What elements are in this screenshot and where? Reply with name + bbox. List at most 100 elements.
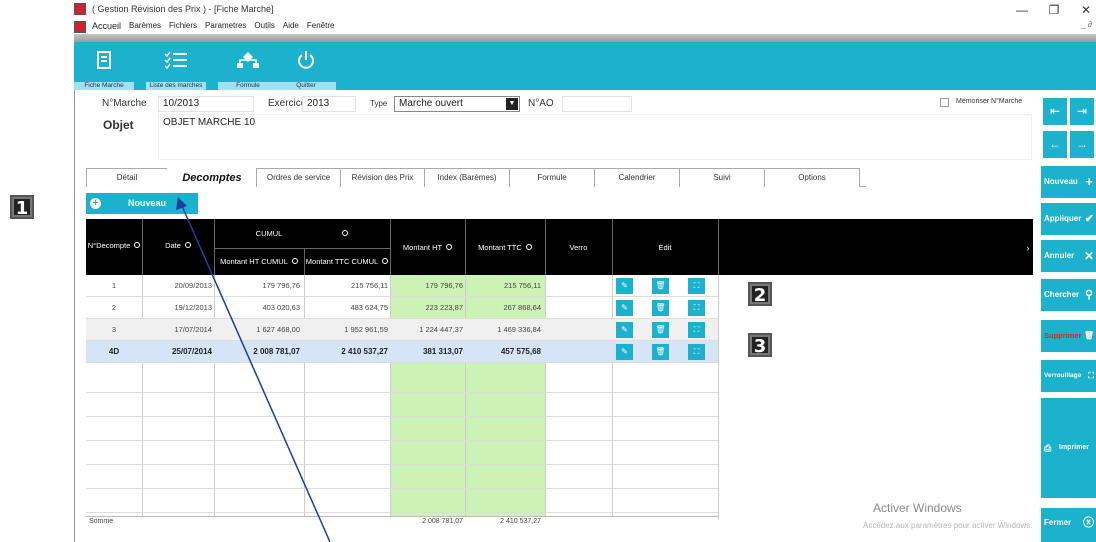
quitter-label: Quitter [276, 82, 336, 90]
mdi-app-icon [74, 21, 86, 33]
trash-icon[interactable]: 🗑 [652, 300, 669, 316]
main-toolbar: Fiche Marche Liste des marches Formule Q… [74, 42, 1096, 90]
trash-icon[interactable]: 🗑 [652, 344, 669, 360]
memoriser-label: Mémoriser N°Marche [956, 98, 1023, 105]
search-icon[interactable] [342, 230, 349, 236]
sidebar-appliquer-button[interactable]: Appliquer ✔ [1041, 203, 1096, 235]
menu-aide[interactable]: Aide [283, 21, 299, 31]
menu-bar: Accueil Barèmes Fichiers Parametres Outi… [74, 20, 1096, 34]
liste-marches-label: Liste des marches [146, 82, 206, 90]
minimize-button[interactable]: — [1012, 2, 1032, 18]
lock-icon: ⛶ [1088, 371, 1094, 380]
objet-field[interactable]: OBJET MARCHE 10 [158, 114, 1032, 160]
trash-icon[interactable]: 🗑 [652, 322, 669, 338]
header-cumul: CUMUL [214, 229, 390, 238]
table-row[interactable]: 3 17/07/2014 1 627 468,00 1 952 961,59 1… [86, 319, 718, 341]
menu-accueil[interactable]: Accueil [92, 21, 121, 31]
search-icon[interactable] [382, 258, 389, 264]
close-circle-icon: ⓧ [1083, 517, 1094, 529]
nmarche-label: N°Marche [102, 98, 147, 109]
header-montant-ht[interactable]: Montant HT [390, 243, 465, 252]
tab-calendrier[interactable]: Calendrier [594, 168, 680, 187]
sidebar-imprimer-button[interactable]: ⎙ Imprimer [1041, 398, 1096, 498]
maximize-button[interactable]: ❐ [1044, 2, 1064, 18]
lock-icon[interactable]: ⛶ [688, 344, 705, 360]
tab-decomptes[interactable]: Decomptes [167, 168, 257, 187]
search-icon[interactable] [291, 258, 298, 264]
fiche-marche-label: Fiche Marche [74, 82, 134, 90]
nouveau-decompte-button[interactable]: + Nouveau [86, 193, 198, 214]
table-row[interactable]: 1 20/09/2013 179 796,76 215 756,11 179 7… [86, 275, 718, 297]
somme-ttc: 2 410 537,27 [500, 518, 541, 525]
header-montant-ttc-cumul[interactable]: Montant TTC CUMUL [304, 257, 390, 266]
tab-index-baremes[interactable]: Index (Barèmes) [424, 168, 510, 187]
liste-marches-button[interactable]: Liste des marches [146, 42, 206, 90]
somme-ht: 2 008 781,07 [422, 518, 463, 525]
activation-watermark-text: Accédez aux paramètres pour activer Wind… [863, 521, 1033, 530]
lock-icon[interactable]: ⛶ [688, 300, 705, 316]
last-record-icon[interactable]: ⇥ [1070, 98, 1094, 125]
tab-options[interactable]: Options [764, 168, 860, 187]
header-edit: Edit [658, 243, 672, 252]
document-icon [97, 51, 111, 69]
lock-icon[interactable]: ⛶ [688, 278, 705, 294]
empty-row [86, 491, 718, 513]
menu-fenetre[interactable]: Fenêtre [307, 21, 335, 31]
type-select[interactable]: Marche ouvert ▼ [394, 96, 520, 112]
checklist-icon [164, 51, 187, 70]
previous-record-icon[interactable]: ← [1043, 131, 1067, 158]
header-montant-ttc[interactable]: Montant TTC [465, 243, 545, 252]
plus-icon: + [90, 198, 101, 209]
title-bar: ( Gestion Révision des Prix ) - [Fiche M… [74, 0, 1096, 20]
search-icon[interactable] [525, 244, 532, 250]
menu-parametres[interactable]: Parametres [205, 21, 246, 31]
sidebar-annuler-button[interactable]: Annuler ✕ [1041, 240, 1096, 272]
activation-watermark-title: Activer Windows [873, 501, 962, 515]
search-icon[interactable] [446, 244, 453, 250]
tab-detail[interactable]: Détail [86, 168, 168, 187]
table-row-selected[interactable]: 4D 25/07/2014 2 008 781,07 2 410 537,27 … [86, 341, 718, 363]
memoriser-checkbox[interactable] [940, 98, 949, 107]
sidebar-chercher-button[interactable]: Chercher ⚲ [1041, 279, 1096, 311]
lock-icon[interactable]: ⛶ [688, 322, 705, 338]
first-record-icon[interactable]: ⇤ [1043, 98, 1067, 125]
chevron-down-icon[interactable]: ▼ [506, 98, 518, 110]
decomptes-grid: 1 20/09/2013 179 796,76 215 756,11 179 7… [86, 275, 718, 520]
tab-suivi[interactable]: Suivi [679, 168, 765, 187]
nmarche-field[interactable]: 10/2013 [158, 96, 254, 112]
tab-ordres-de-service[interactable]: Ordres de service [256, 168, 341, 187]
tab-revision-des-prix[interactable]: Révision des Prix [340, 168, 425, 187]
fiche-marche-button[interactable]: Fiche Marche [74, 42, 134, 90]
sidebar-fermer-button[interactable]: Fermer ⓧ [1041, 508, 1096, 542]
header-date[interactable]: Date [142, 241, 214, 250]
trash-icon[interactable]: 🗑 [652, 278, 669, 294]
next-record-icon[interactable]: → [1070, 131, 1094, 158]
menu-baremes[interactable]: Barèmes [129, 21, 161, 31]
sidebar-verrouillage-button[interactable]: Verrouillage ⛶ [1041, 360, 1096, 392]
search-icon[interactable] [134, 242, 141, 248]
close-button[interactable]: ✕ [1076, 2, 1096, 18]
nao-field[interactable] [562, 96, 632, 112]
mdi-window-controls[interactable]: _ ∂ [1081, 20, 1092, 29]
app-window: ( Gestion Révision des Prix ) - [Fiche M… [0, 0, 1096, 542]
exercice-field[interactable]: 2013 [302, 96, 356, 112]
search-icon[interactable] [184, 242, 191, 248]
edit-icon[interactable]: ✎ [616, 278, 633, 294]
quitter-button[interactable]: Quitter [276, 42, 336, 90]
grid-header: N°Decompte Date CUMUL Montant HT CUMUL M… [86, 219, 1033, 275]
sidebar-supprimer-button[interactable]: Supprimer 🗑 [1041, 320, 1096, 352]
header-verro[interactable]: Verro [545, 243, 612, 252]
menu-outils[interactable]: Outils [254, 21, 274, 31]
formule-button[interactable]: Formule [218, 42, 278, 90]
header-montant-ht-cumul[interactable]: Montant HT CUMUL [214, 257, 304, 266]
table-row[interactable]: 2 19/12/2013 403 020,63 483 624,75 223 2… [86, 297, 718, 319]
edit-icon[interactable]: ✎ [616, 322, 633, 338]
exercice-label: Exercice [268, 98, 307, 109]
sidebar-nouveau-button[interactable]: Nouveau + [1041, 166, 1096, 198]
tab-formule[interactable]: Formule [509, 168, 595, 187]
chevron-right-icon[interactable]: › [1024, 243, 1032, 253]
header-ndecompte[interactable]: N°Decompte [86, 241, 142, 250]
edit-icon[interactable]: ✎ [616, 344, 633, 360]
edit-icon[interactable]: ✎ [616, 300, 633, 316]
menu-fichiers[interactable]: Fichiers [169, 21, 197, 31]
